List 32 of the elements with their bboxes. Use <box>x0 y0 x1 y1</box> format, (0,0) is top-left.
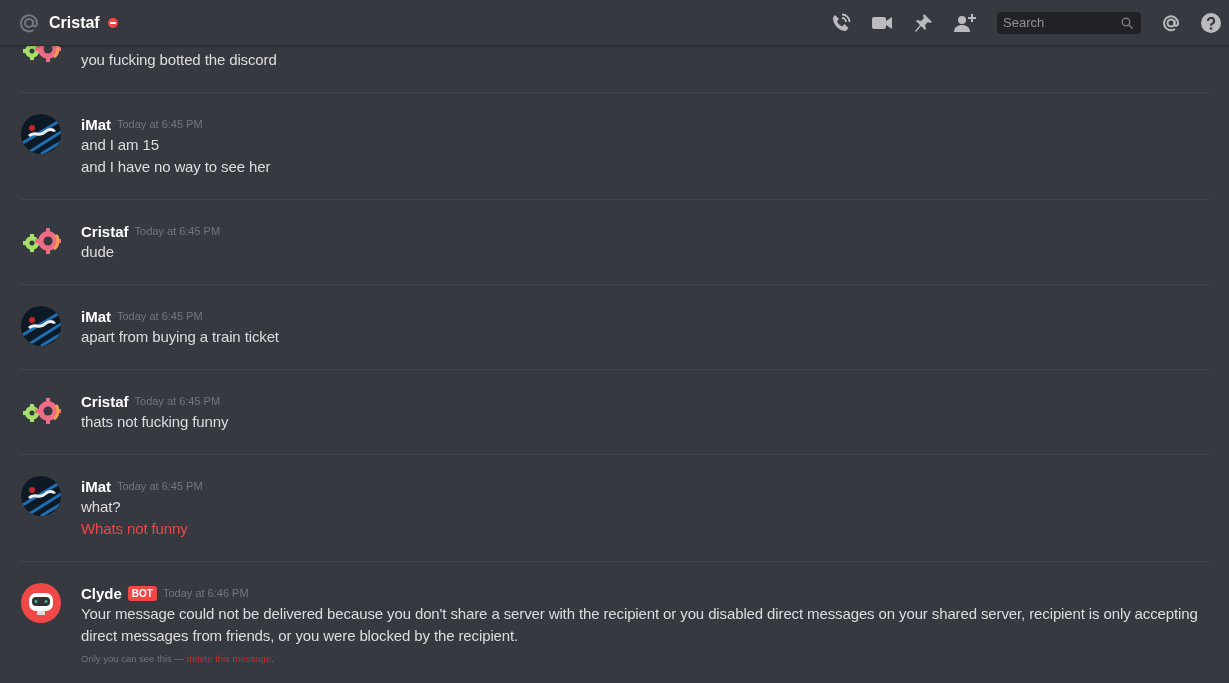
author-name[interactable]: iMat <box>81 477 111 495</box>
at-sign-icon <box>18 11 40 34</box>
message-text: dude <box>81 242 115 262</box>
add-friend-icon[interactable] <box>953 12 977 33</box>
message-text: what? <box>81 497 122 517</box>
timestamp: Today at 6:45 PM <box>134 395 221 407</box>
message-text: Your message could not be delivered because you don't share a server with the recipient or you disabled direct messages on your shared server, recipient is only accepting direct messages from friends, or you were blocked by the recipient. <box>81 604 1199 646</box>
bot-tag: BOT <box>127 585 157 601</box>
author-name[interactable]: iMat <box>81 307 111 325</box>
author-name[interactable]: Cristaf <box>81 222 129 240</box>
message-text: and I have no way to see her <box>81 157 272 177</box>
timestamp: Today at 6:45 PM <box>117 118 203 130</box>
channel-title: Cristaf <box>49 13 100 32</box>
failed-message-text: Whats not funny <box>81 519 189 539</box>
video-camera-icon[interactable] <box>871 14 893 31</box>
timestamp: Today at 6:45 PM <box>134 225 221 237</box>
author-name[interactable]: Clyde <box>81 584 122 602</box>
pin-icon[interactable] <box>913 12 933 33</box>
timestamp: Today at 6:45 PM <box>117 310 203 322</box>
author-name[interactable]: Cristaf <box>81 392 129 410</box>
message-text: you fucking botted the discord <box>81 50 278 70</box>
search-icon <box>1121 16 1133 29</box>
search-field[interactable]: Search <box>997 11 1141 34</box>
timestamp: Today at 6:45 PM <box>117 480 203 492</box>
phone-call-icon[interactable] <box>831 12 851 33</box>
message-text: thats not fucking funny <box>81 412 230 432</box>
help-icon[interactable] <box>1201 12 1221 33</box>
author-name[interactable]: iMat <box>81 115 111 133</box>
timestamp: Today at 6:46 PM <box>162 587 249 599</box>
message-text: apart from buying a train ticket <box>81 327 280 347</box>
message-text: and I am 15 <box>81 135 160 155</box>
mention-icon[interactable] <box>1161 12 1181 33</box>
